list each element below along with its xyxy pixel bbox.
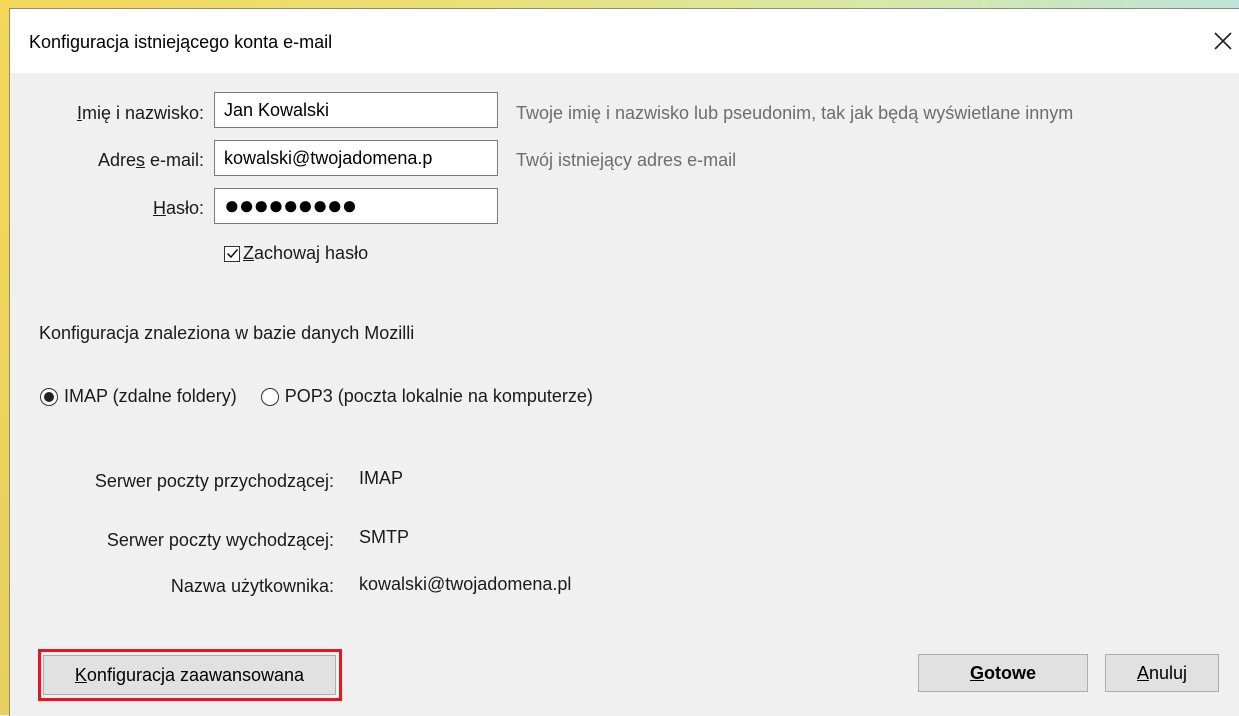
cancel-accesskey: A xyxy=(1136,662,1149,683)
title-bar: Konfiguracja istniejącego konta e-mail xyxy=(10,9,1239,73)
remember-rest: achowaj hasło xyxy=(254,243,369,263)
radio-selected-dot xyxy=(44,391,54,402)
pop3-radio-button[interactable] xyxy=(260,387,279,406)
email-label-pre: Adre xyxy=(97,150,136,170)
username-label: Nazwa użytkownika: xyxy=(170,576,334,596)
username-value: kowalski@twojadomena.pl xyxy=(359,574,572,594)
password-field[interactable]: ●●●●●●●●● xyxy=(214,188,498,224)
done-accesskey: G xyxy=(969,662,984,683)
name-hint: Twoje imię i nazwisko lub pseudonim, tak… xyxy=(516,103,1074,123)
incoming-server-label: Serwer poczty przychodzącej: xyxy=(94,471,334,491)
name-label-post: mię i nazwisko: xyxy=(81,103,204,123)
cancel-button[interactable]: Anuluj xyxy=(1105,654,1219,692)
email-label: Adres e-mail: xyxy=(98,150,204,171)
close-icon xyxy=(1214,32,1232,50)
remember-password-checkbox[interactable]: Zachowaj hasło xyxy=(224,243,368,264)
name-field[interactable]: Jan Kowalski xyxy=(214,92,498,128)
window-title: Konfiguracja istniejącego konta e-mail xyxy=(29,32,333,52)
config-found-text: Konfiguracja znaleziona w bazie danych M… xyxy=(39,323,415,343)
done-button[interactable]: Gotowe xyxy=(918,654,1088,692)
password-label-accesskey: H xyxy=(152,198,166,218)
name-label: Imię i nazwisko: xyxy=(77,103,204,124)
remember-accesskey: Z xyxy=(243,243,254,263)
email-label-accesskey: s xyxy=(135,150,145,170)
checkmark-icon xyxy=(226,249,238,259)
pop3-radio[interactable]: POP3 (poczta lokalnie na komputerze) xyxy=(260,386,593,407)
account-setup-dialog: Konfiguracja istniejącego konta e-mail I… xyxy=(9,8,1239,716)
close-button[interactable] xyxy=(1206,24,1239,58)
done-label: Gotowe xyxy=(970,663,1036,684)
email-field[interactable]: kowalski@twojadomena.p xyxy=(214,140,498,176)
incoming-server-value: IMAP xyxy=(359,468,404,488)
password-label: Hasło: xyxy=(153,198,204,219)
outgoing-server-label: Serwer poczty wychodzącej: xyxy=(106,530,334,550)
imap-radio[interactable]: IMAP (zdalne foldery) xyxy=(40,386,237,407)
cancel-label: Anuluj xyxy=(1137,663,1187,684)
done-rest: otowe xyxy=(984,662,1036,683)
checkbox-box[interactable] xyxy=(224,245,240,262)
email-label-post: e-mail: xyxy=(144,150,204,170)
email-value: kowalski@twojadomena.p xyxy=(224,148,433,168)
pop3-label: POP3 (poczta lokalnie na komputerze) xyxy=(284,386,593,406)
background-strip-left xyxy=(0,0,9,715)
imap-radio-button[interactable] xyxy=(40,387,58,406)
email-hint: Twój istniejący adres e-mail xyxy=(516,150,737,170)
cancel-rest: nuluj xyxy=(1148,662,1188,683)
password-label-post: asło: xyxy=(165,198,204,218)
background-strip-top xyxy=(0,0,1239,8)
highlight-box xyxy=(38,649,342,701)
imap-label: IMAP (zdalne foldery) xyxy=(64,386,237,406)
remember-password-label: Zachowaj hasło xyxy=(243,243,368,264)
name-value: Jan Kowalski xyxy=(224,100,330,120)
protocol-radio-group: IMAP (zdalne foldery) POP3 (poczta lokal… xyxy=(40,386,593,407)
password-value: ●●●●●●●●● xyxy=(224,190,357,220)
outgoing-server-value: SMTP xyxy=(359,527,410,547)
